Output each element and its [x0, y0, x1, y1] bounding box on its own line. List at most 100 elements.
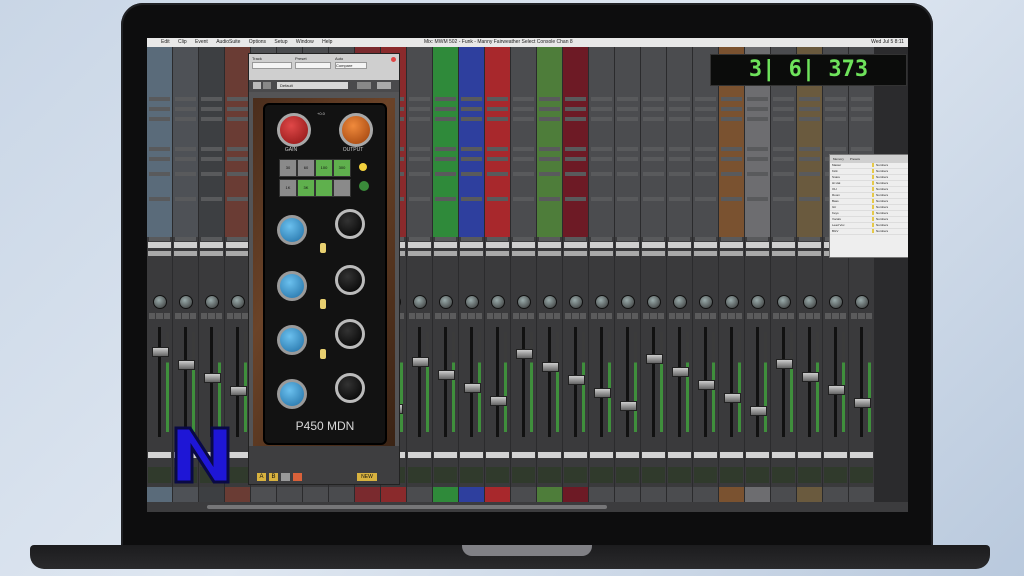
fader-cap[interactable]	[412, 357, 429, 367]
rec-button[interactable]	[449, 313, 456, 319]
insert-slot[interactable]	[227, 157, 248, 161]
solo-button[interactable]	[149, 313, 156, 319]
mute-button[interactable]	[546, 313, 553, 319]
solo-button[interactable]	[591, 313, 598, 319]
insert-slot[interactable]	[643, 97, 664, 101]
rec-button[interactable]	[761, 313, 768, 319]
pan-knob[interactable]	[829, 295, 843, 309]
insert-slot[interactable]	[461, 157, 482, 161]
rec-button[interactable]	[787, 313, 794, 319]
insert-slot[interactable]	[591, 117, 612, 121]
insert-slot[interactable]	[591, 107, 612, 111]
insert-slot[interactable]	[175, 107, 196, 111]
mute-button[interactable]	[832, 313, 839, 319]
solo-button[interactable]	[513, 313, 520, 319]
pan-knob[interactable]	[153, 295, 167, 309]
solo-button[interactable]	[643, 313, 650, 319]
io-selector[interactable]	[668, 242, 691, 248]
insert-slot[interactable]	[435, 107, 456, 111]
io-selector[interactable]	[148, 242, 171, 248]
mute-button[interactable]	[780, 313, 787, 319]
fader-cap[interactable]	[230, 386, 247, 396]
hpf-switch-30[interactable]: 30	[279, 159, 297, 177]
pan-knob[interactable]	[413, 295, 427, 309]
rec-button[interactable]	[527, 313, 534, 319]
rec-button[interactable]	[475, 313, 482, 319]
insert-slot[interactable]	[487, 237, 508, 241]
insert-slot[interactable]	[539, 97, 560, 101]
lpf-switch-1k[interactable]: 1K	[279, 179, 297, 197]
insert-slot[interactable]	[565, 237, 586, 241]
solo-button[interactable]	[799, 313, 806, 319]
insert-slot[interactable]	[487, 107, 508, 111]
insert-slot[interactable]	[695, 147, 716, 151]
rec-button[interactable]	[813, 313, 820, 319]
track-name[interactable]	[590, 452, 613, 458]
insert-slot[interactable]	[617, 97, 638, 101]
track-selector[interactable]	[252, 62, 292, 69]
insert-slot[interactable]	[201, 147, 222, 151]
insert-slot[interactable]	[643, 147, 664, 151]
mute-button[interactable]	[650, 313, 657, 319]
insert-slot[interactable]	[591, 157, 612, 161]
insert-slot[interactable]	[487, 197, 508, 201]
filter-switch[interactable]	[315, 179, 333, 197]
insert-slot[interactable]	[695, 107, 716, 111]
fader-cap[interactable]	[178, 360, 195, 370]
solo-button[interactable]	[851, 313, 858, 319]
insert-slot[interactable]	[799, 117, 820, 121]
insert-slot[interactable]	[487, 97, 508, 101]
a-button[interactable]: A	[257, 473, 266, 481]
io-selector[interactable]	[226, 242, 249, 248]
link-icon[interactable]	[263, 82, 271, 89]
automation-button[interactable]	[746, 251, 769, 256]
insert-slot[interactable]	[513, 172, 534, 176]
io-selector[interactable]	[538, 242, 561, 248]
insert-slot[interactable]	[201, 97, 222, 101]
insert-slot[interactable]	[643, 197, 664, 201]
insert-slot[interactable]	[227, 172, 248, 176]
insert-slot[interactable]	[747, 147, 768, 151]
insert-slot[interactable]	[409, 97, 430, 101]
insert-slot[interactable]	[721, 107, 742, 111]
track-name[interactable]	[434, 452, 457, 458]
track-name[interactable]	[720, 452, 743, 458]
tab-memory[interactable]: Memory	[833, 155, 844, 163]
insert-slot[interactable]	[435, 172, 456, 176]
band1-gain-knob[interactable]	[335, 209, 365, 239]
automation-button[interactable]	[590, 251, 613, 256]
band1-freq-knob[interactable]	[277, 215, 307, 245]
pan-knob[interactable]	[231, 295, 245, 309]
new-button[interactable]: NEW	[357, 473, 377, 481]
automation-button[interactable]	[720, 251, 743, 256]
automation-button[interactable]	[564, 251, 587, 256]
insert-slot[interactable]	[227, 197, 248, 201]
insert-slot[interactable]	[617, 197, 638, 201]
pan-knob[interactable]	[699, 295, 713, 309]
insert-slot[interactable]	[513, 237, 534, 241]
fader-cap[interactable]	[620, 401, 637, 411]
rec-button[interactable]	[553, 313, 560, 319]
insert-slot[interactable]	[565, 157, 586, 161]
insert-slot[interactable]	[175, 117, 196, 121]
insert-slot[interactable]	[617, 172, 638, 176]
insert-slot[interactable]	[669, 117, 690, 121]
insert-slot[interactable]	[825, 97, 846, 101]
menu-window[interactable]: Window	[296, 39, 314, 45]
io-selector[interactable]	[408, 242, 431, 248]
track-name[interactable]	[564, 452, 587, 458]
insert-slot[interactable]	[851, 117, 872, 121]
insert-slot[interactable]	[539, 197, 560, 201]
rec-button[interactable]	[579, 313, 586, 319]
insert-slot[interactable]	[591, 147, 612, 151]
solo-button[interactable]	[227, 313, 234, 319]
io-selector[interactable]	[746, 242, 769, 248]
solo-button[interactable]	[409, 313, 416, 319]
insert-slot[interactable]	[825, 147, 846, 151]
insert-slot[interactable]	[643, 157, 664, 161]
compare-icon[interactable]	[357, 82, 371, 89]
mute-button[interactable]	[806, 313, 813, 319]
hpf-switch-60[interactable]: 60	[297, 159, 315, 177]
record-icon[interactable]	[253, 82, 261, 89]
track-name[interactable]	[512, 452, 535, 458]
